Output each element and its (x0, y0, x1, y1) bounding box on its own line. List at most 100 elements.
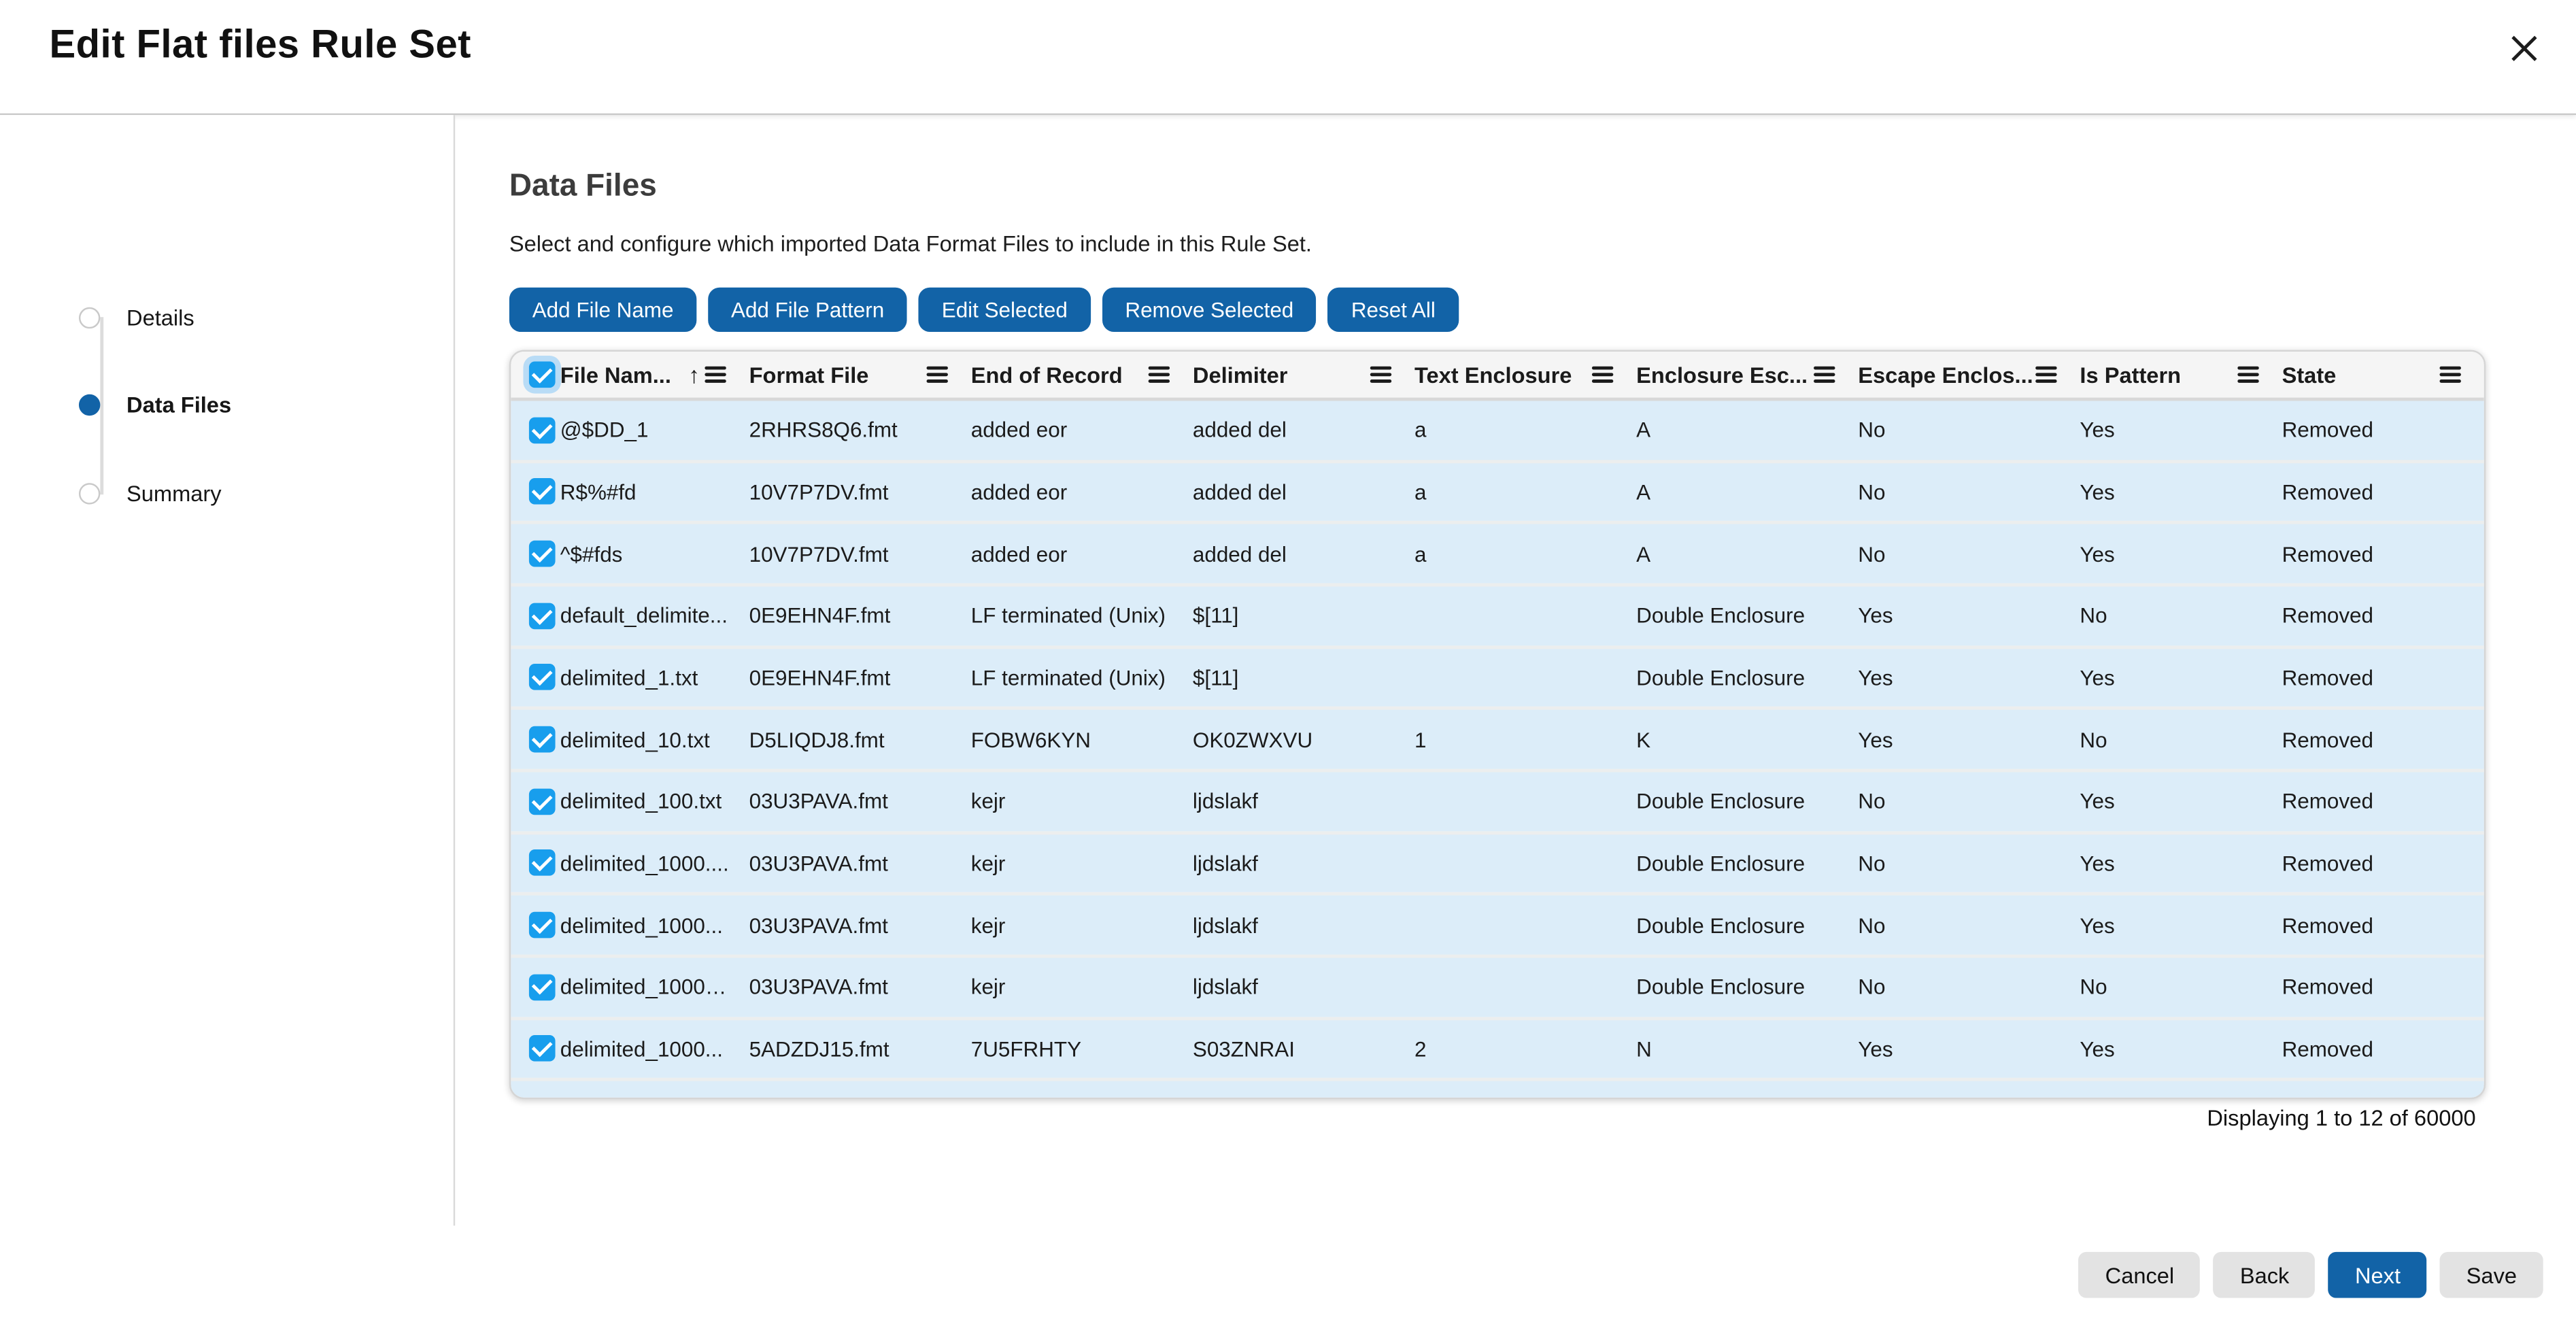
cell-file-name: ^$#fds (560, 541, 749, 566)
column-header-escape-enclosure[interactable]: Escape Enclos... (1858, 362, 2080, 387)
close-button[interactable] (2496, 20, 2552, 75)
cell-file-name: delimited_1000.... (560, 851, 749, 875)
column-menu-icon[interactable] (2237, 367, 2258, 384)
row-checkbox[interactable] (529, 479, 556, 505)
cell-is-pattern: No (2080, 975, 2282, 999)
cell-is-pattern: Yes (2080, 479, 2282, 504)
add-file-name-button[interactable]: Add File Name (509, 288, 696, 332)
row-checkbox[interactable] (529, 974, 556, 1000)
table-row[interactable]: delimited_1000.... 03U3PAVA.fmt kejr ljd… (511, 830, 2484, 892)
cell-enclosure-escape: K (1636, 727, 1858, 751)
cell-text-enclosure: u (1414, 1098, 1636, 1099)
cell-format-file: 03U3PAVA.fmt (749, 789, 971, 813)
cell-format-file: 2RHRS8Q6.fmt (749, 418, 971, 442)
row-checkbox[interactable] (529, 417, 556, 443)
row-checkbox[interactable] (529, 1036, 556, 1062)
cell-format-file: 5ADZDJ15.fmt (749, 1036, 971, 1061)
table-row[interactable]: default_delimite... 0E9EHN4F.fmt LF term… (511, 584, 2484, 645)
table-row[interactable]: delimited_1000... 03U3PAVA.fmt kejr ljds… (511, 892, 2484, 954)
cell-state: Removed (2282, 479, 2484, 504)
cell-delimiter: added del (1193, 541, 1414, 566)
column-header-text-enclosure[interactable]: Text Enclosure (1414, 362, 1636, 387)
row-checkbox[interactable] (529, 603, 556, 629)
table-row[interactable]: delimited_1000... 5ADZDJ15.fmt 7U5FRHTY … (511, 1016, 2484, 1078)
cell-file-name: delimited_1000... (560, 1036, 749, 1061)
cell-text-enclosure: 1 (1414, 727, 1636, 751)
cell-enclosure-escape: N (1636, 1036, 1858, 1061)
section-description: Select and configure which imported Data… (509, 232, 1312, 256)
table-row[interactable]: delimited_100.txt 03U3PAVA.fmt kejr ljds… (511, 768, 2484, 830)
cell-delimiter: S03ZNRAI (1193, 1036, 1414, 1061)
column-header-enclosure-escape[interactable]: Enclosure Esc... (1636, 362, 1858, 387)
table-row[interactable]: ^$#fds 10V7P7DV.fmt added eor added del … (511, 522, 2484, 584)
wizard-step-summary[interactable]: Summary (79, 478, 222, 507)
cell-delimiter: ljdslakf (1193, 789, 1414, 813)
cell-delimiter: updated del (1193, 1098, 1414, 1099)
column-header-delimiter[interactable]: Delimiter (1193, 362, 1414, 387)
reset-all-button[interactable]: Reset All (1328, 288, 1459, 332)
select-all-checkbox[interactable] (529, 361, 556, 388)
column-header-is-pattern[interactable]: Is Pattern (2080, 362, 2282, 387)
column-menu-icon[interactable] (1370, 367, 1391, 384)
column-menu-icon[interactable] (2439, 367, 2460, 384)
cell-state: Removed (2282, 913, 2484, 937)
back-button[interactable]: Back (2214, 1252, 2316, 1298)
column-menu-icon[interactable] (705, 367, 726, 384)
cell-file-name: delimited_1000... (560, 1098, 749, 1099)
column-header-end-of-record[interactable]: End of Record (971, 362, 1193, 387)
edit-selected-button[interactable]: Edit Selected (919, 288, 1091, 332)
column-header-format-file[interactable]: Format File (749, 362, 971, 387)
row-checkbox[interactable] (529, 912, 556, 939)
cell-file-name: default_delimite... (560, 603, 749, 628)
add-file-pattern-button[interactable]: Add File Pattern (708, 288, 907, 332)
cell-state: Removed (2282, 418, 2484, 442)
cell-state: Removed (2282, 665, 2484, 690)
table-row[interactable]: delimited_10.txt D5LIQDJ8.fmt FOBW6KYN O… (511, 707, 2484, 768)
step-label: Summary (126, 481, 222, 505)
column-header-file-name[interactable]: File Nam... ↑ (560, 362, 749, 387)
column-menu-icon[interactable] (1592, 367, 1613, 384)
sort-ascending-icon[interactable]: ↑ (688, 363, 700, 386)
save-button[interactable]: Save (2440, 1252, 2543, 1298)
cell-text-enclosure: a (1414, 541, 1636, 566)
checkmark-icon (531, 603, 552, 624)
dialog-header: Edit Flat files Rule Set (0, 0, 2576, 115)
row-checkbox[interactable] (529, 541, 556, 567)
table-row[interactable]: R$%#fd 10V7P7DV.fmt added eor added del … (511, 460, 2484, 522)
close-icon (2509, 34, 2537, 62)
table-row[interactable]: delimited_10001... 03U3PAVA.fmt kejr ljd… (511, 954, 2484, 1016)
wizard-step-data-files[interactable]: Data Files (79, 390, 231, 419)
column-menu-icon[interactable] (1814, 367, 1835, 384)
remove-selected-button[interactable]: Remove Selected (1102, 288, 1317, 332)
column-menu-icon[interactable] (927, 367, 948, 384)
cell-file-name: delimited_1000... (560, 913, 749, 937)
checkmark-icon (531, 727, 552, 747)
column-header-state[interactable]: State (2282, 362, 2484, 387)
column-menu-icon[interactable] (1149, 367, 1170, 384)
cell-end-of-record: 7U5FRHTY (971, 1036, 1193, 1061)
row-checkbox[interactable] (529, 850, 556, 877)
cell-enclosure-escape: A (1636, 541, 1858, 566)
next-button[interactable]: Next (2328, 1252, 2426, 1298)
cell-delimiter: ljdslakf (1193, 851, 1414, 875)
row-checkbox[interactable] (529, 726, 556, 753)
row-checkbox[interactable] (529, 788, 556, 815)
table-row[interactable]: delimited_1.txt 0E9EHN4F.fmt LF terminat… (511, 645, 2484, 707)
table-row[interactable]: delimited_1000... 2RHRS8Q6.fmt updated e… (511, 1078, 2484, 1099)
row-checkbox[interactable] (529, 664, 556, 691)
cell-delimiter: ljdslakf (1193, 913, 1414, 937)
row-checkbox[interactable] (529, 1098, 556, 1099)
cell-end-of-record: LF terminated (Unix) (971, 603, 1193, 628)
checkmark-icon (531, 479, 552, 500)
cell-format-file: 10V7P7DV.fmt (749, 541, 971, 566)
results-count: Displaying 1 to 12 of 60000 (509, 1106, 2482, 1130)
wizard-step-details[interactable]: Details (79, 303, 194, 332)
table-body: @$DD_1 2RHRS8Q6.fmt added eor added del … (511, 401, 2484, 1099)
cell-format-file: 0E9EHN4F.fmt (749, 665, 971, 690)
column-menu-icon[interactable] (2035, 367, 2056, 384)
cell-escape-enclosure: Yes (1858, 1036, 2080, 1061)
checkmark-icon (531, 1036, 552, 1057)
checkmark-icon (531, 362, 552, 382)
table-row[interactable]: @$DD_1 2RHRS8Q6.fmt added eor added del … (511, 401, 2484, 459)
cancel-button[interactable]: Cancel (2079, 1252, 2201, 1298)
